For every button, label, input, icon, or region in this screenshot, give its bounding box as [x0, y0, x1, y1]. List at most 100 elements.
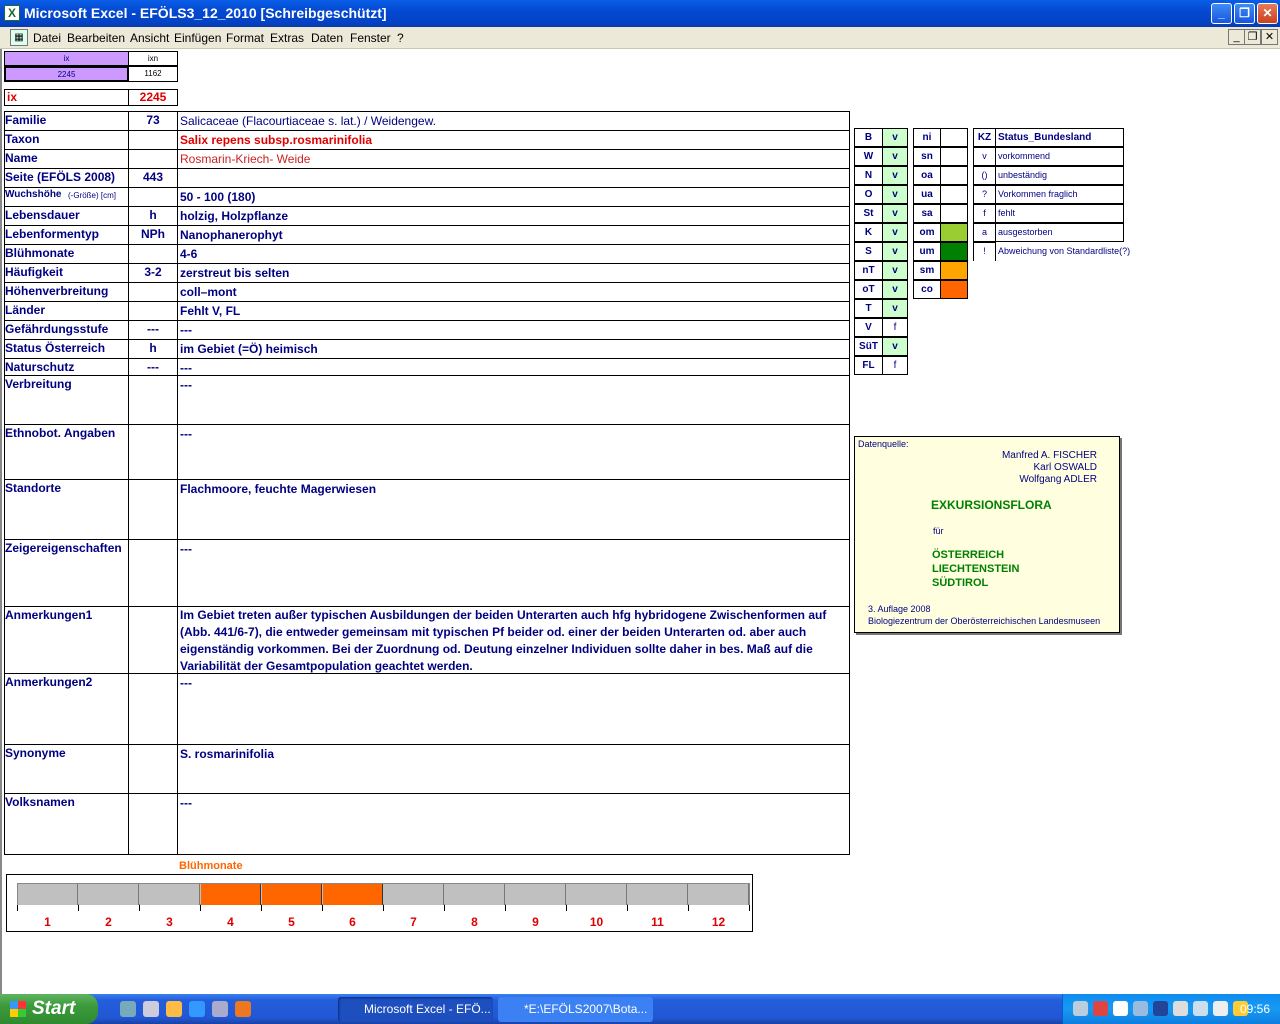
state-code-cell[interactable]: St — [854, 204, 883, 223]
field-value[interactable]: --- — [180, 676, 192, 690]
display-icon[interactable] — [1133, 1001, 1148, 1016]
altitude-color-cell[interactable] — [940, 166, 968, 185]
state-code-cell[interactable]: B — [854, 128, 883, 147]
bloom-month-bar[interactable] — [689, 884, 749, 905]
altitude-color-cell[interactable] — [940, 242, 968, 261]
ie-icon[interactable] — [189, 1001, 205, 1017]
security-icon[interactable] — [1093, 1001, 1108, 1016]
field-code[interactable]: NPh — [129, 227, 177, 241]
field-label[interactable]: Seite (EFÖLS 2008) — [5, 170, 115, 184]
field-label[interactable]: Standorte — [5, 481, 61, 495]
bloom-month-bar[interactable] — [79, 884, 139, 905]
menu-bearbeiten[interactable]: Bearbeiten — [67, 31, 125, 45]
field-label[interactable]: Taxon — [5, 132, 39, 146]
field-label[interactable]: Länder — [5, 303, 45, 317]
altitude-color-cell[interactable] — [940, 280, 968, 299]
field-label[interactable]: Häufigkeit — [5, 265, 63, 279]
field-value[interactable]: Nanophanerophyt — [180, 228, 283, 242]
field-code[interactable]: h — [129, 341, 177, 355]
search-icon[interactable] — [1113, 1001, 1128, 1016]
state-status-cell[interactable]: v — [882, 223, 908, 242]
doc-restore-button[interactable]: ❐ — [1244, 29, 1261, 45]
field-label[interactable]: Anmerkungen2 — [5, 675, 92, 689]
workbook-icon[interactable]: ▦ — [10, 29, 28, 46]
field-value[interactable]: Flachmoore, feuchte Magerwiesen — [180, 482, 376, 496]
state-status-cell[interactable]: v — [882, 185, 908, 204]
field-label[interactable]: Blühmonate — [5, 246, 74, 260]
field-value[interactable]: zerstreut bis selten — [180, 266, 289, 280]
close-button[interactable]: ✕ — [1257, 3, 1278, 24]
ix-header-cell[interactable]: ix — [4, 51, 129, 66]
state-status-cell[interactable]: v — [882, 261, 908, 280]
field-value[interactable]: 50 - 100 (180) — [180, 190, 255, 204]
field-label[interactable]: Zeigereigenschaften — [5, 541, 122, 555]
state-status-cell[interactable]: v — [882, 337, 908, 356]
field-value[interactable]: im Gebiet (=Ö) heimisch — [180, 342, 318, 356]
altitude-code-cell[interactable]: ni — [913, 128, 941, 147]
taskbar-excel-button[interactable]: Microsoft Excel - EFÖ... — [338, 997, 493, 1022]
altitude-code-cell[interactable]: om — [913, 223, 941, 242]
bloom-month-bar[interactable] — [140, 884, 200, 905]
field-label[interactable]: Höhenverbreitung — [5, 284, 108, 298]
menu-help[interactable]: ? — [397, 31, 404, 45]
menu-einfuegen[interactable]: Einfügen — [174, 31, 221, 45]
field-label[interactable]: Ethnobot. Angaben — [5, 426, 115, 440]
state-code-cell[interactable]: O — [854, 185, 883, 204]
state-code-cell[interactable]: SüT — [854, 337, 883, 356]
state-code-cell[interactable]: T — [854, 299, 883, 318]
restore-button[interactable]: ❐ — [1234, 3, 1255, 24]
media-icon[interactable] — [166, 1001, 182, 1017]
field-value[interactable]: --- — [180, 323, 192, 337]
altitude-color-cell[interactable] — [940, 147, 968, 166]
menu-ansicht[interactable]: Ansicht — [130, 31, 169, 45]
mail-icon[interactable] — [212, 1001, 228, 1017]
minimize-button[interactable]: _ — [1211, 3, 1232, 24]
bloom-month-bar[interactable] — [506, 884, 566, 905]
ixn-value-cell[interactable]: 1162 — [128, 66, 178, 82]
ixn-header-cell[interactable]: ixn — [128, 51, 178, 66]
doc-close-button[interactable]: ✕ — [1261, 29, 1278, 45]
bloom-month-bar[interactable] — [323, 884, 383, 905]
field-value[interactable]: Rosmarin-Kriech- Weide — [180, 152, 310, 166]
bloom-month-bar[interactable] — [445, 884, 505, 905]
explorer-icon[interactable] — [143, 1001, 159, 1017]
bloom-month-bar[interactable] — [567, 884, 627, 905]
state-code-cell[interactable]: FL — [854, 356, 883, 375]
ix-value-cell[interactable]: 2245 — [4, 66, 129, 82]
state-code-cell[interactable]: K — [854, 223, 883, 242]
field-value-line[interactable]: Variabilität der Gesamtpopulation geacht… — [180, 659, 473, 673]
excel-app-icon[interactable]: X — [4, 5, 20, 21]
altitude-color-cell[interactable] — [940, 185, 968, 204]
field-label[interactable]: Volksnamen — [5, 795, 75, 809]
bloom-month-bar[interactable] — [262, 884, 322, 905]
bloom-month-bar[interactable] — [201, 884, 261, 905]
field-value-line[interactable]: Im Gebiet treten außer typischen Ausbild… — [180, 608, 826, 622]
field-code[interactable]: 3-2 — [129, 265, 177, 279]
field-label[interactable]: Name — [5, 151, 38, 165]
state-status-cell[interactable]: v — [882, 147, 908, 166]
altitude-color-cell[interactable] — [940, 128, 968, 147]
field-value[interactable]: --- — [180, 378, 192, 392]
field-label[interactable]: Gefährdungsstufe — [5, 322, 108, 336]
altitude-code-cell[interactable]: ua — [913, 185, 941, 204]
bloom-month-bar[interactable] — [18, 884, 78, 905]
ix-big-value[interactable]: 2245 — [128, 89, 178, 106]
field-code[interactable]: h — [129, 208, 177, 222]
field-value[interactable]: --- — [180, 796, 192, 810]
state-status-cell[interactable]: v — [882, 242, 908, 261]
altitude-color-cell[interactable] — [940, 223, 968, 242]
altitude-color-cell[interactable] — [940, 204, 968, 223]
tray-app-icon[interactable] — [1213, 1001, 1228, 1016]
field-label[interactable]: Familie — [5, 113, 46, 127]
field-value-line[interactable]: eigenständig vorkommen. Bei der Zuordnun… — [180, 642, 813, 656]
field-value[interactable]: Fehlt V, FL — [180, 304, 240, 318]
field-value[interactable]: S. rosmarinifolia — [180, 747, 274, 761]
field-code[interactable]: --- — [129, 322, 177, 336]
altitude-code-cell[interactable]: sm — [913, 261, 941, 280]
field-value[interactable]: --- — [180, 427, 192, 441]
state-status-cell[interactable]: v — [882, 128, 908, 147]
state-status-cell[interactable]: v — [882, 299, 908, 318]
altitude-code-cell[interactable]: co — [913, 280, 941, 299]
doc-minimize-button[interactable]: _ — [1228, 29, 1245, 45]
firefox-icon[interactable] — [235, 1001, 251, 1017]
